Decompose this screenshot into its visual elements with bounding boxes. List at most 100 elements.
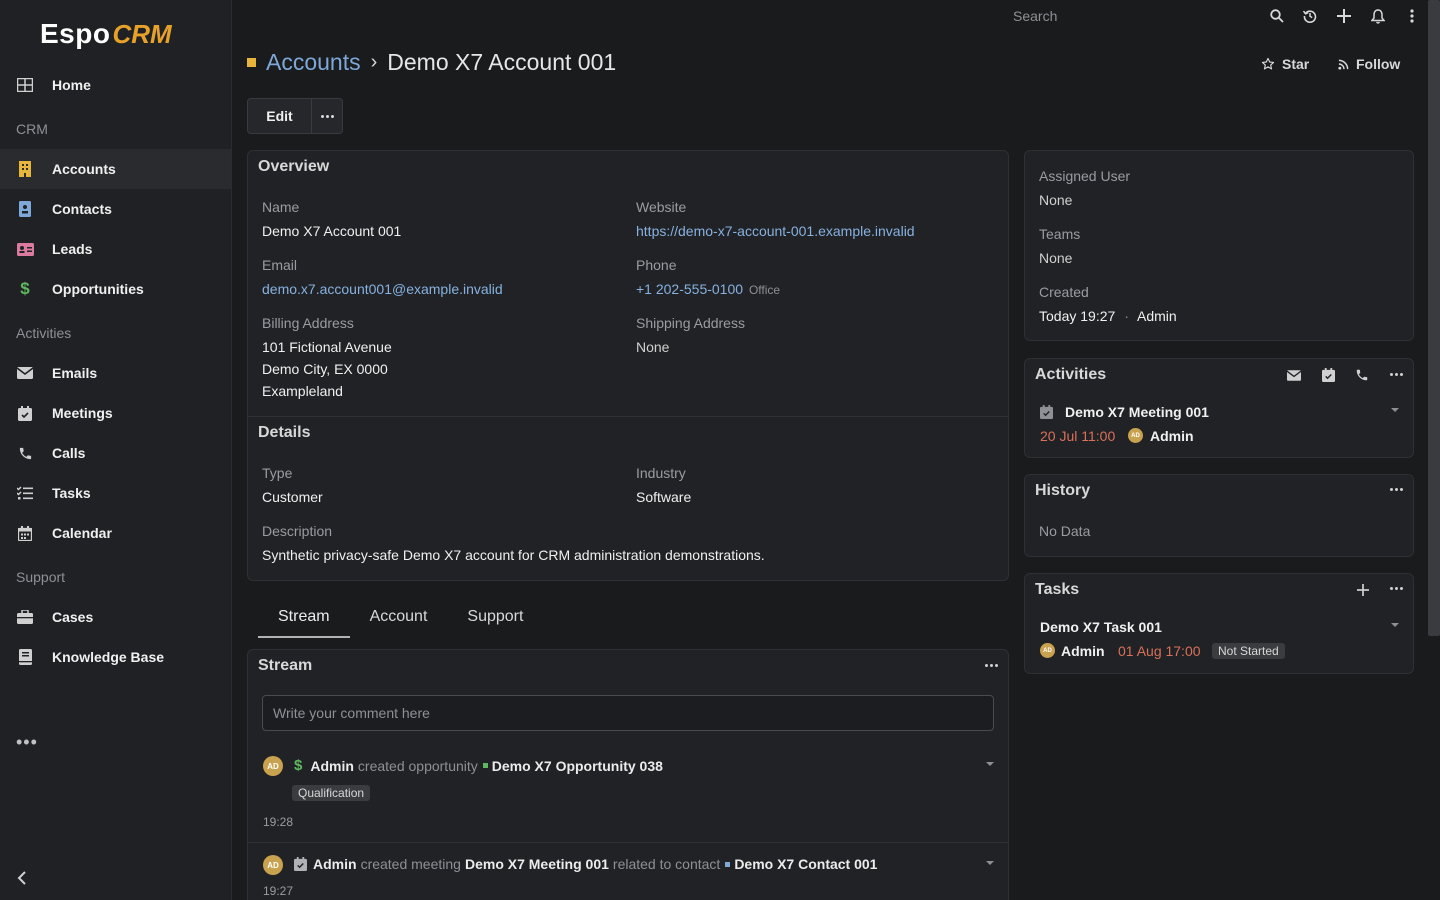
email-label: Email bbox=[262, 257, 298, 273]
stream-target-link[interactable]: Demo X7 Meeting 001 bbox=[465, 856, 609, 872]
plus-icon[interactable] bbox=[1334, 6, 1354, 26]
email-link[interactable]: demo.x7.account001@example.invalid bbox=[262, 281, 503, 297]
bell-icon[interactable] bbox=[1368, 6, 1388, 26]
stream-entry-text: Admin created meeting Demo X7 Meeting 00… bbox=[294, 856, 877, 872]
entity-color-dot bbox=[247, 58, 256, 67]
star-button[interactable]: Star bbox=[1261, 56, 1309, 72]
sidebar-section-crm: CRM bbox=[16, 121, 48, 137]
building-icon bbox=[16, 160, 34, 178]
edit-button[interactable]: Edit bbox=[248, 99, 312, 133]
stream-related-link[interactable]: Demo X7 Contact 001 bbox=[734, 856, 877, 872]
sidebar-item-cases[interactable]: Cases bbox=[0, 597, 231, 637]
activity-user-link[interactable]: Admin bbox=[1150, 428, 1194, 444]
sidebar-item-label: Contacts bbox=[52, 201, 112, 217]
avatar[interactable]: AD bbox=[263, 855, 283, 875]
tab-stream[interactable]: Stream bbox=[258, 598, 350, 638]
sidebar-item-label: Opportunities bbox=[52, 281, 144, 297]
collapse-sidebar-icon[interactable] bbox=[16, 870, 32, 894]
sidebar-item-tasks[interactable]: Tasks bbox=[0, 473, 231, 513]
sidebar-item-opportunities[interactable]: $ Opportunities bbox=[0, 269, 231, 309]
briefcase-icon bbox=[16, 608, 34, 626]
comment-input[interactable]: Write your comment here bbox=[262, 695, 994, 731]
billing-address-label: Billing Address bbox=[262, 315, 354, 331]
name-value: Demo X7 Account 001 bbox=[262, 223, 402, 239]
sidebar-item-meetings[interactable]: Meetings bbox=[0, 393, 231, 433]
sidebar-item-leads[interactable]: Leads bbox=[0, 229, 231, 269]
calendar-check-icon[interactable] bbox=[1318, 365, 1338, 385]
sidebar-item-home[interactable]: Home bbox=[0, 65, 231, 105]
phone-icon[interactable] bbox=[1352, 365, 1372, 385]
page-title: Demo X7 Account 001 bbox=[387, 49, 617, 75]
entity-color-dot bbox=[725, 861, 731, 867]
stream-relation: related to contact bbox=[612, 856, 721, 872]
activity-date: 20 Jul 11:00 bbox=[1040, 428, 1116, 444]
stream-target-link[interactable]: Demo X7 Opportunity 038 bbox=[492, 758, 663, 774]
tasks-title: Tasks bbox=[1035, 581, 1080, 598]
shipping-address-value: None bbox=[636, 339, 670, 355]
overview-title: Overview bbox=[258, 158, 330, 175]
tasks-menu-icon[interactable] bbox=[1390, 587, 1403, 590]
more-actions-button[interactable] bbox=[312, 99, 342, 133]
sidebar-item-label: Calls bbox=[52, 445, 86, 461]
tab-account[interactable]: Account bbox=[350, 598, 448, 638]
activity-item: Demo X7 Meeting 001 bbox=[1040, 404, 1209, 420]
calendar-icon bbox=[16, 524, 34, 542]
task-user-link[interactable]: Admin bbox=[1061, 643, 1105, 659]
phone-link[interactable]: +1 202-555-0100 bbox=[636, 281, 743, 297]
stream-menu-icon[interactable] bbox=[985, 664, 998, 667]
sidebar-item-accounts[interactable]: Accounts bbox=[0, 149, 231, 189]
phone-label: Phone bbox=[636, 257, 677, 273]
chevron-down-icon[interactable] bbox=[986, 762, 994, 766]
history-menu-icon[interactable] bbox=[1390, 488, 1403, 491]
stream-user-link[interactable]: Admin bbox=[313, 856, 357, 872]
activities-title: Activities bbox=[1035, 366, 1107, 383]
page-scrollbar[interactable] bbox=[1428, 0, 1440, 636]
type-label: Type bbox=[262, 465, 293, 481]
description-value: Synthetic privacy-safe Demo X7 account f… bbox=[262, 547, 765, 563]
breadcrumb-accounts-link[interactable]: Accounts bbox=[266, 49, 361, 76]
sidebar-item-knowledge-base[interactable]: Knowledge Base bbox=[0, 637, 231, 677]
ellipsis-icon bbox=[320, 114, 334, 118]
chevron-down-icon[interactable] bbox=[986, 861, 994, 865]
follow-button[interactable]: Follow bbox=[1338, 56, 1400, 72]
activities-menu-icon[interactable] bbox=[1390, 373, 1403, 376]
website-link[interactable]: https://demo-x7-account-001.example.inva… bbox=[636, 223, 915, 239]
stream-title: Stream bbox=[258, 657, 313, 674]
envelope-icon[interactable] bbox=[1284, 365, 1304, 385]
name-label: Name bbox=[262, 199, 300, 215]
edit-button-group: Edit bbox=[247, 98, 343, 134]
created-by-link[interactable]: Admin bbox=[1137, 308, 1177, 324]
menu-vertical-icon[interactable] bbox=[1402, 6, 1422, 26]
sidebar-item-contacts[interactable]: Contacts bbox=[0, 189, 231, 229]
app-logo[interactable]: Espo CRM bbox=[40, 14, 172, 54]
chevron-down-icon[interactable] bbox=[1391, 623, 1399, 627]
search-icon[interactable] bbox=[1267, 6, 1287, 26]
activity-name-link[interactable]: Demo X7 Meeting 001 bbox=[1065, 404, 1209, 420]
sidebar-item-emails[interactable]: Emails bbox=[0, 353, 231, 393]
search-input[interactable]: Search bbox=[1002, 4, 1252, 30]
avatar[interactable]: AD bbox=[1040, 643, 1055, 658]
sidebar-item-calendar[interactable]: Calendar bbox=[0, 513, 231, 553]
tab-support[interactable]: Support bbox=[447, 598, 543, 638]
stream-user-link[interactable]: Admin bbox=[310, 758, 354, 774]
avatar[interactable]: AD bbox=[1128, 428, 1143, 443]
created-label: Created bbox=[1039, 284, 1089, 300]
chevron-down-icon[interactable] bbox=[1391, 408, 1399, 412]
follow-label: Follow bbox=[1356, 56, 1401, 72]
breadcrumb-separator: › bbox=[370, 51, 378, 73]
sidebar-more-button[interactable]: ••• bbox=[16, 732, 38, 753]
task-name-link[interactable]: Demo X7 Task 001 bbox=[1040, 619, 1162, 635]
history-icon[interactable] bbox=[1300, 6, 1320, 26]
plus-icon[interactable] bbox=[1353, 580, 1373, 600]
sidebar-item-label: Leads bbox=[52, 241, 93, 257]
avatar[interactable]: AD bbox=[263, 756, 283, 776]
teams-label: Teams bbox=[1039, 226, 1081, 242]
calendar-check-icon bbox=[16, 404, 34, 422]
sidebar-item-calls[interactable]: Calls bbox=[0, 433, 231, 473]
phone-icon bbox=[16, 444, 34, 462]
sidebar-item-label: Accounts bbox=[52, 161, 116, 177]
stream-action: created opportunity bbox=[357, 757, 478, 774]
created-value: Today 19:27 · Admin bbox=[1039, 308, 1177, 324]
created-date: Today 19:27 bbox=[1039, 308, 1116, 324]
sidebar: Espo CRM Home CRM Accounts Contacts Lead… bbox=[0, 0, 232, 900]
